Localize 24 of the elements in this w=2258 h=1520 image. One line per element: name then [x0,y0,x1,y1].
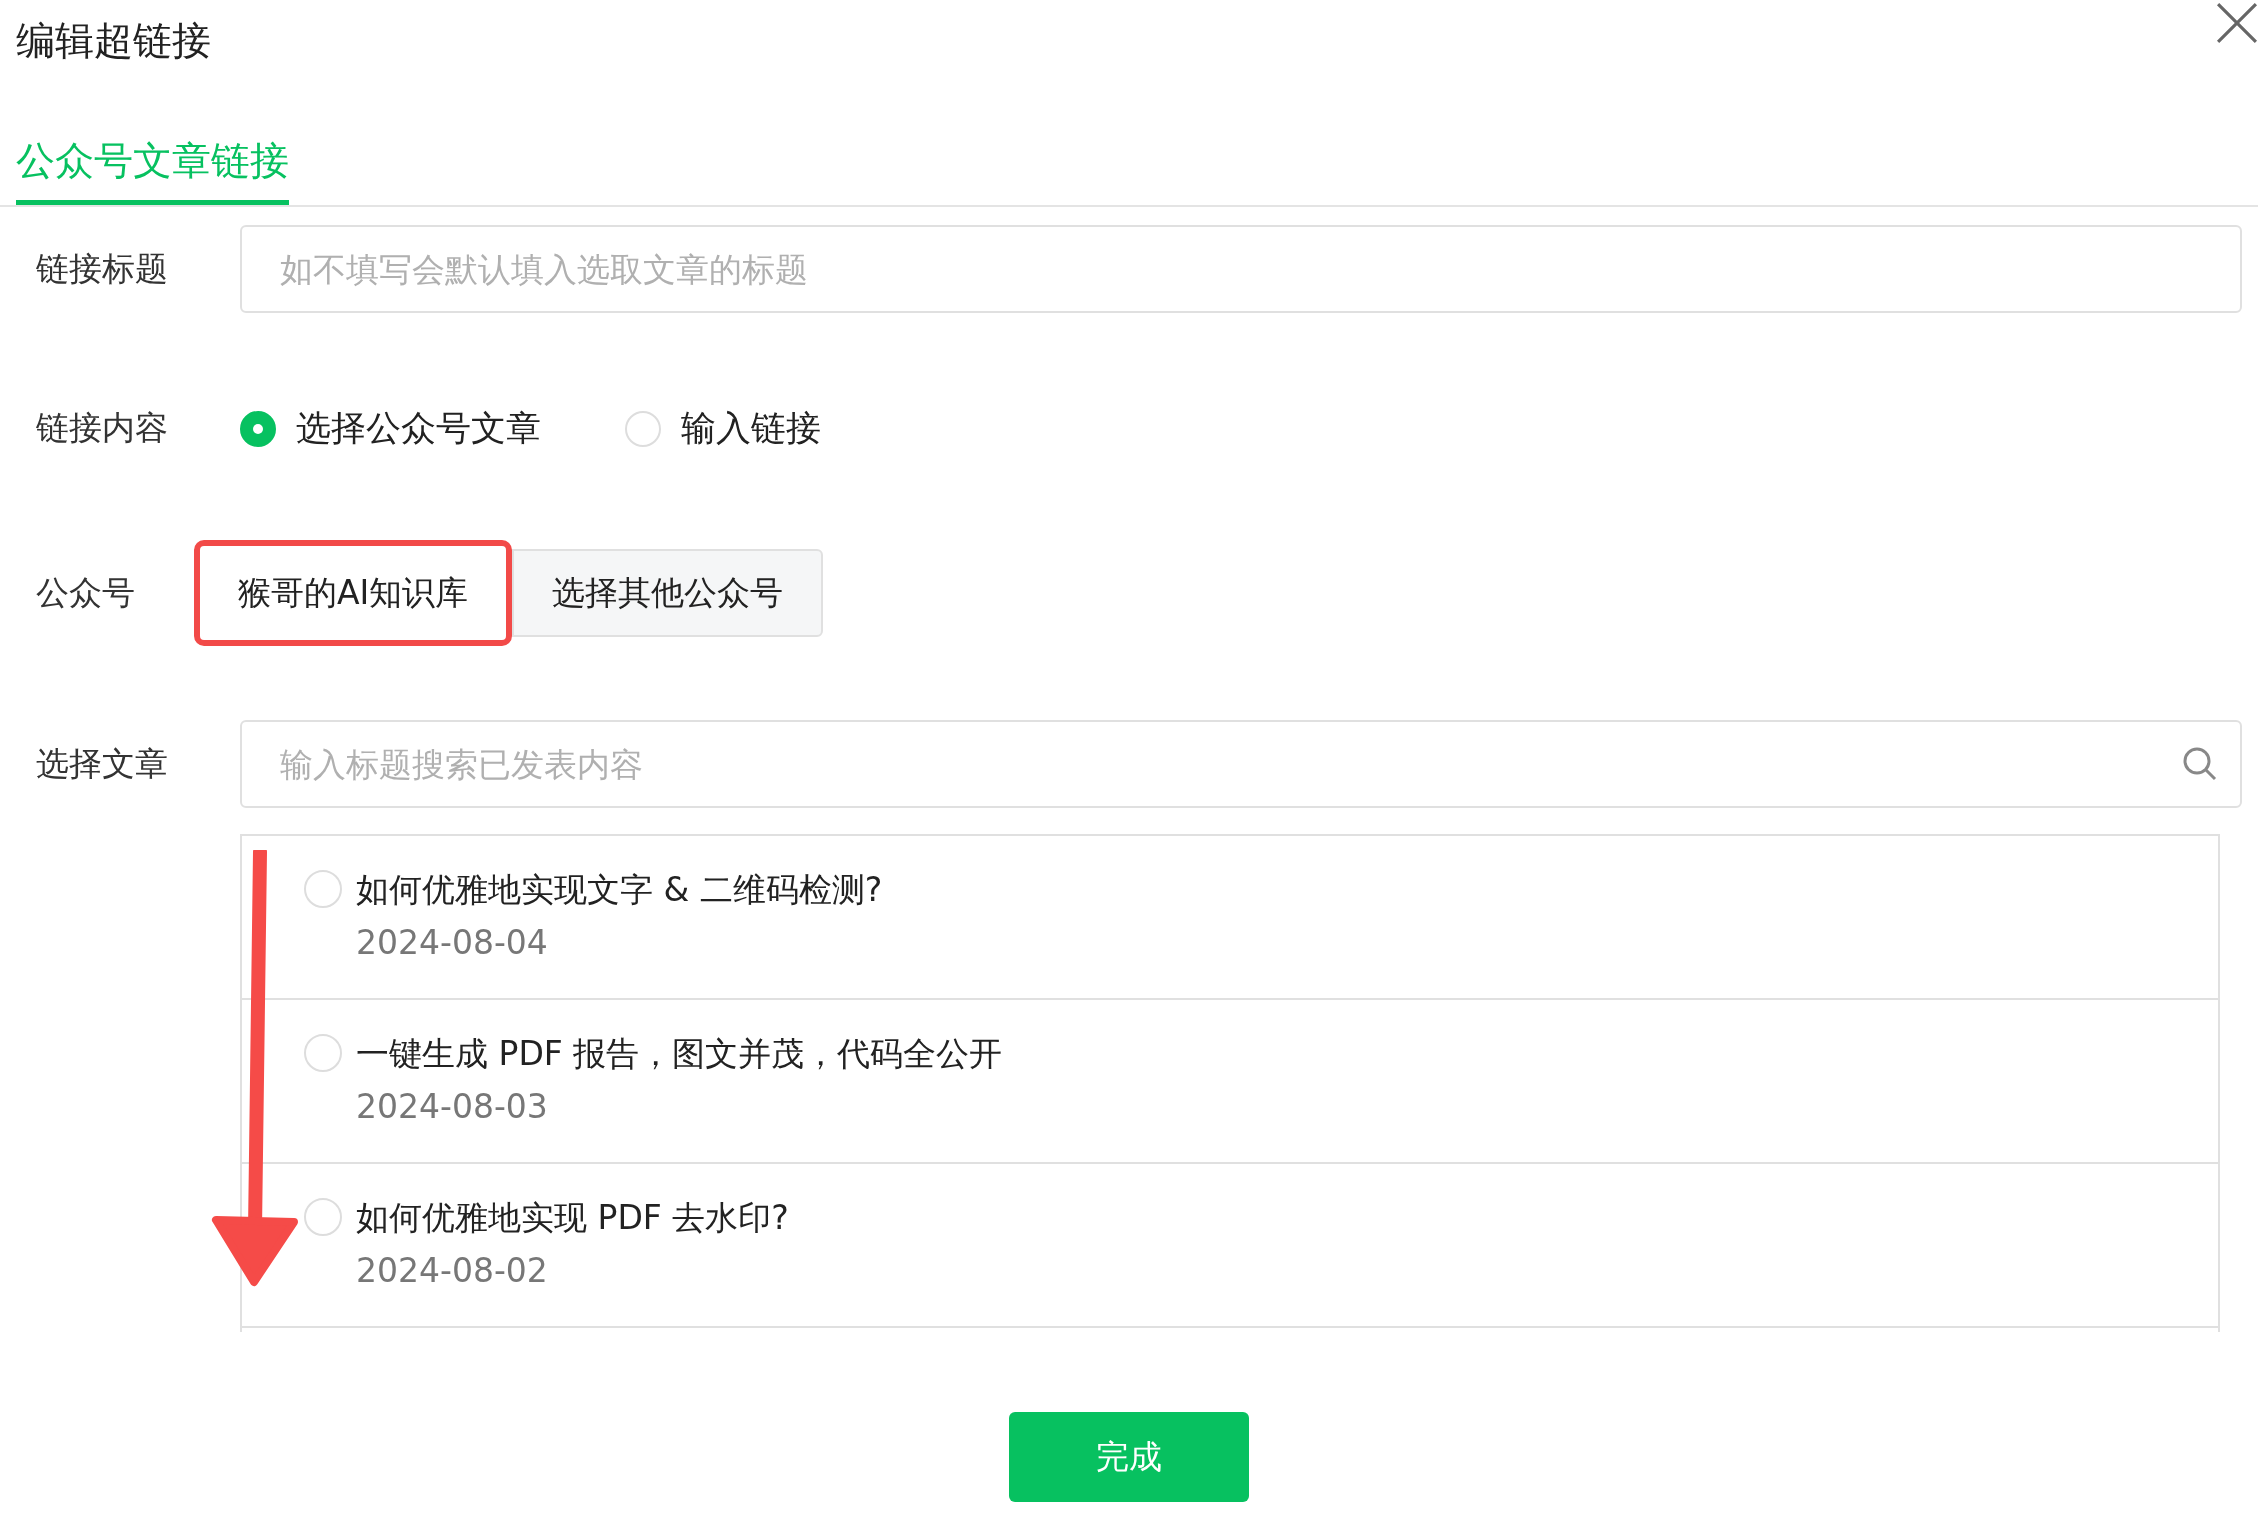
account-button[interactable]: 选择其他公众号 [512,549,824,637]
article-item[interactable]: 一键生成 PDF 报告，图文并茂，代码全公开 2024-08-03 [242,1000,2218,1164]
radio-option[interactable]: 选择公众号文章 [240,405,541,452]
article-title: 如何优雅地实现 PDF 去水印? [356,1197,789,1239]
field-label: 链接内容 [36,407,169,449]
dialog-title: 编辑超链接 [16,17,211,65]
search-field[interactable]: 输入标题搜索已发表内容 [240,720,2242,808]
article-title: 如何优雅地实现文字 & 二维码检测? [356,869,883,911]
title-input[interactable]: 如不填写会默认填入选取文章的标题 [240,225,2242,313]
article-date: 2024-08-03 [356,1087,549,1126]
radio-icon[interactable] [304,1034,342,1072]
article-date: 2024-08-04 [356,923,549,962]
radio-icon[interactable] [304,1198,342,1236]
search-icon[interactable] [2182,746,2218,782]
article-item[interactable]: 如何优雅地实现文字 & 二维码检测? 2024-08-04 [242,836,2218,1000]
field-label: 公众号 [36,571,136,614]
radio-icon[interactable] [304,870,342,908]
radio-option[interactable]: 输入链接 [625,405,821,452]
field-label: 链接标题 [36,247,169,290]
article-date: 2024-08-02 [356,1251,549,1290]
close-icon[interactable] [2216,2,2258,44]
article-title: 一键生成 PDF 报告，图文并茂，代码全公开 [356,1033,1003,1075]
field-label: 选择文章 [36,742,169,785]
account-button[interactable]: 猴哥的AI知识库 [194,540,513,646]
